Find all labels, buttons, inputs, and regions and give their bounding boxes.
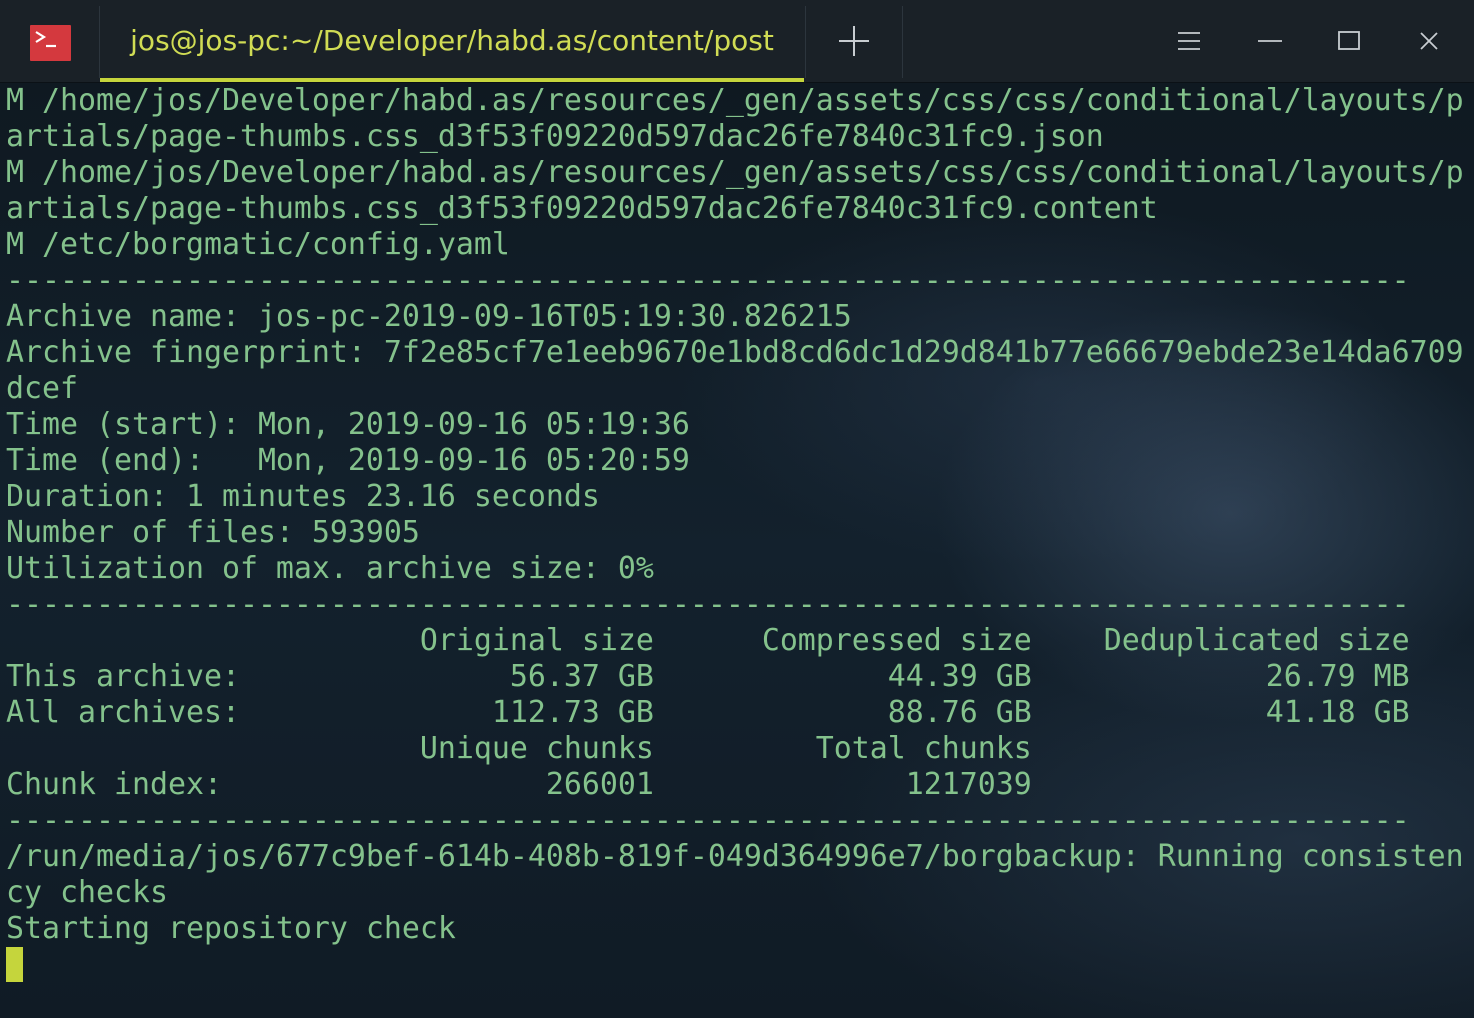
tab-separator: [902, 6, 903, 78]
terminal-line: Duration: 1 minutes 23.16 seconds: [6, 479, 600, 514]
terminal-line: ----------------------------------------…: [6, 803, 1410, 838]
terminal-window: jos@jos-pc:~/Developer/habd.as/content/p…: [0, 0, 1474, 1018]
maximize-icon: [1338, 31, 1360, 50]
terminal-line: All archives: 112.73 GB 88.76 GB 41.18 G…: [6, 695, 1410, 730]
new-tab-button[interactable]: [834, 21, 874, 61]
terminal-line: ----------------------------------------…: [6, 587, 1410, 622]
terminal-output[interactable]: M /home/jos/Developer/habd.as/resources/…: [0, 83, 1474, 1018]
menu-button[interactable]: [1169, 21, 1209, 61]
plus-icon: [839, 26, 869, 56]
terminal-line: Number of files: 593905: [6, 515, 420, 550]
terminal-line: Unique chunks Total chunks: [6, 731, 1032, 766]
maximize-button[interactable]: [1329, 21, 1369, 61]
tab-active[interactable]: jos@jos-pc:~/Developer/habd.as/content/p…: [100, 0, 804, 82]
terminal-line: /run/media/jos/677c9bef-614b-408b-819f-0…: [6, 839, 1464, 874]
terminal-line: M /etc/borgmatic/config.yaml: [6, 227, 510, 262]
terminal-line: M /home/jos/Developer/habd.as/resources/…: [6, 83, 1464, 118]
terminal-line: Utilization of max. archive size: 0%: [6, 551, 654, 586]
terminal-line: cy checks: [6, 875, 168, 910]
terminal-app-icon[interactable]: [30, 25, 71, 61]
terminal-line: Archive fingerprint: 7f2e85cf7e1eeb9670e…: [6, 335, 1464, 370]
terminal-cursor: [6, 947, 23, 982]
terminal-line: This archive: 56.37 GB 44.39 GB 26.79 MB: [6, 659, 1410, 694]
terminal-lines: M /home/jos/Developer/habd.as/resources/…: [6, 83, 1468, 947]
terminal-line: Original size Compressed size Deduplicat…: [6, 623, 1410, 658]
terminal-line: Chunk index: 266001 1217039: [6, 767, 1032, 802]
minimize-button[interactable]: [1250, 21, 1290, 61]
terminal-line: M /home/jos/Developer/habd.as/resources/…: [6, 155, 1464, 190]
tab-title: jos@jos-pc:~/Developer/habd.as/content/p…: [130, 24, 774, 57]
terminal-line: Time (start): Mon, 2019-09-16 05:19:36: [6, 407, 690, 442]
terminal-line: dcef: [6, 371, 78, 406]
terminal-line: ----------------------------------------…: [6, 263, 1410, 298]
menu-icon: [1178, 32, 1200, 50]
close-button[interactable]: [1409, 21, 1449, 61]
tab-separator: [805, 6, 806, 78]
terminal-line: Starting repository check: [6, 911, 456, 946]
terminal-line: Time (end): Mon, 2019-09-16 05:20:59: [6, 443, 690, 478]
terminal-line: Archive name: jos-pc-2019-09-16T05:19:30…: [6, 299, 852, 334]
terminal-line: artials/page-thumbs.css_d3f53f09220d597d…: [6, 119, 1104, 154]
close-icon: [1420, 32, 1438, 50]
terminal-line: artials/page-thumbs.css_d3f53f09220d597d…: [6, 191, 1158, 226]
title-bar: jos@jos-pc:~/Developer/habd.as/content/p…: [0, 0, 1474, 83]
minimize-icon: [1258, 40, 1282, 42]
